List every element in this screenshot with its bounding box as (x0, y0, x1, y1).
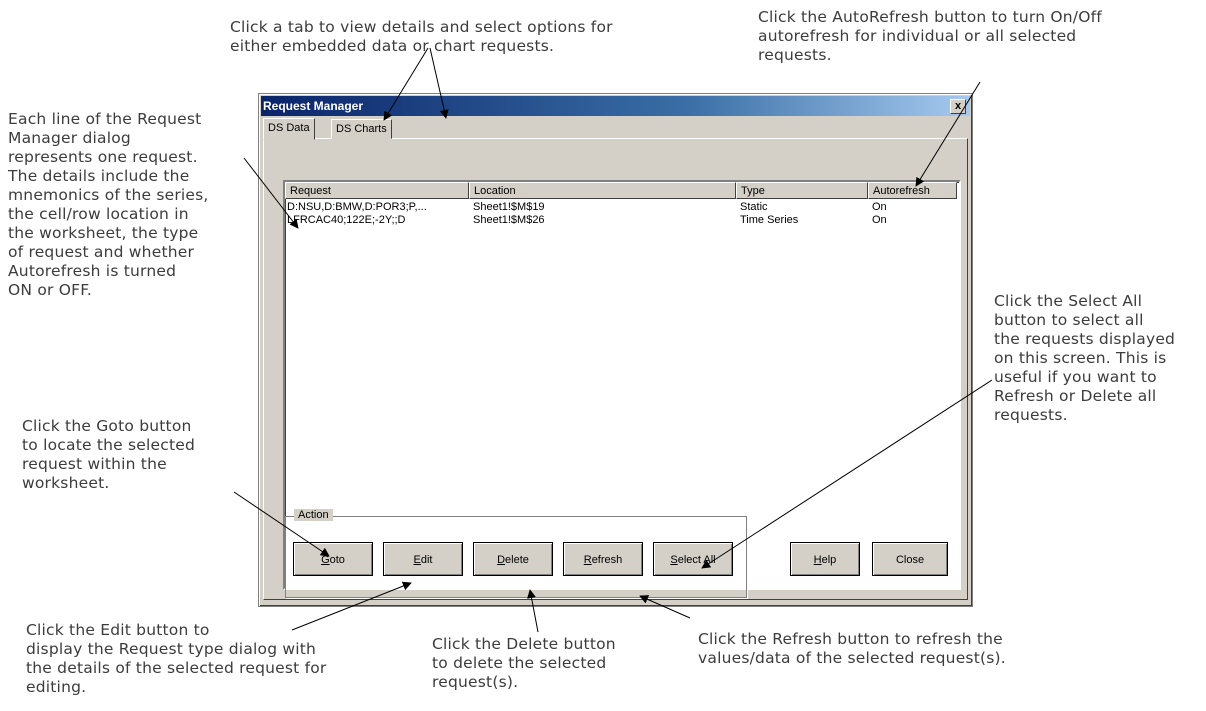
annotation-request-lines: Each line of the Request Manager dialog … (8, 110, 209, 299)
cell-autorefresh: On (872, 214, 887, 226)
column-header-request[interactable]: Request (285, 182, 469, 199)
column-header-autorefresh[interactable]: Autorefresh (868, 182, 957, 199)
refresh-button[interactable]: Refresh (563, 542, 643, 576)
dialog-titlebar[interactable]: Request Manager x (261, 96, 970, 116)
delete-button[interactable]: Delete (473, 542, 553, 576)
tab-ds-data[interactable]: DS Data (263, 118, 315, 140)
cell-location: Sheet1!$M$19 (473, 201, 545, 213)
close-icon[interactable]: x (950, 99, 966, 114)
cell-request: LFRCAC40;122E;-2Y;;D (287, 214, 406, 226)
tab-ds-charts[interactable]: DS Charts (331, 119, 392, 139)
annotation-select-all: Click the Select All button to select al… (994, 292, 1176, 424)
close-button[interactable]: Close (872, 542, 948, 576)
cell-type: Static (740, 201, 768, 213)
dialog-title: Request Manager (263, 99, 364, 113)
goto-button[interactable]: Goto (293, 542, 373, 576)
edit-button[interactable]: Edit (383, 542, 463, 576)
annotation-refresh: Click the Refresh button to refresh the … (698, 630, 1006, 667)
help-button[interactable]: Help (790, 542, 860, 576)
request-manager-dialog: Request Manager x DS Data DS Charts Requ… (258, 93, 973, 607)
annotation-delete: Click the Delete button to delete the se… (432, 635, 616, 691)
column-header-location[interactable]: Location (469, 182, 736, 199)
cell-request: D:NSU,D:BMW,D:POR3;P,... (287, 201, 427, 213)
cell-autorefresh: On (872, 201, 887, 213)
cell-location: Sheet1!$M$26 (473, 214, 545, 226)
action-group-label: Action (294, 509, 333, 521)
annotation-autorefresh: Click the AutoRefresh button to turn On/… (758, 8, 1102, 64)
select-all-button[interactable]: Select All (653, 542, 733, 576)
annotation-goto: Click the Goto button to locate the sele… (22, 417, 196, 492)
annotation-edit: Click the Edit button to display the Req… (26, 621, 327, 696)
annotation-tabs: Click a tab to view details and select o… (230, 18, 613, 55)
column-header-type[interactable]: Type (736, 182, 868, 199)
cell-type: Time Series (740, 214, 799, 226)
